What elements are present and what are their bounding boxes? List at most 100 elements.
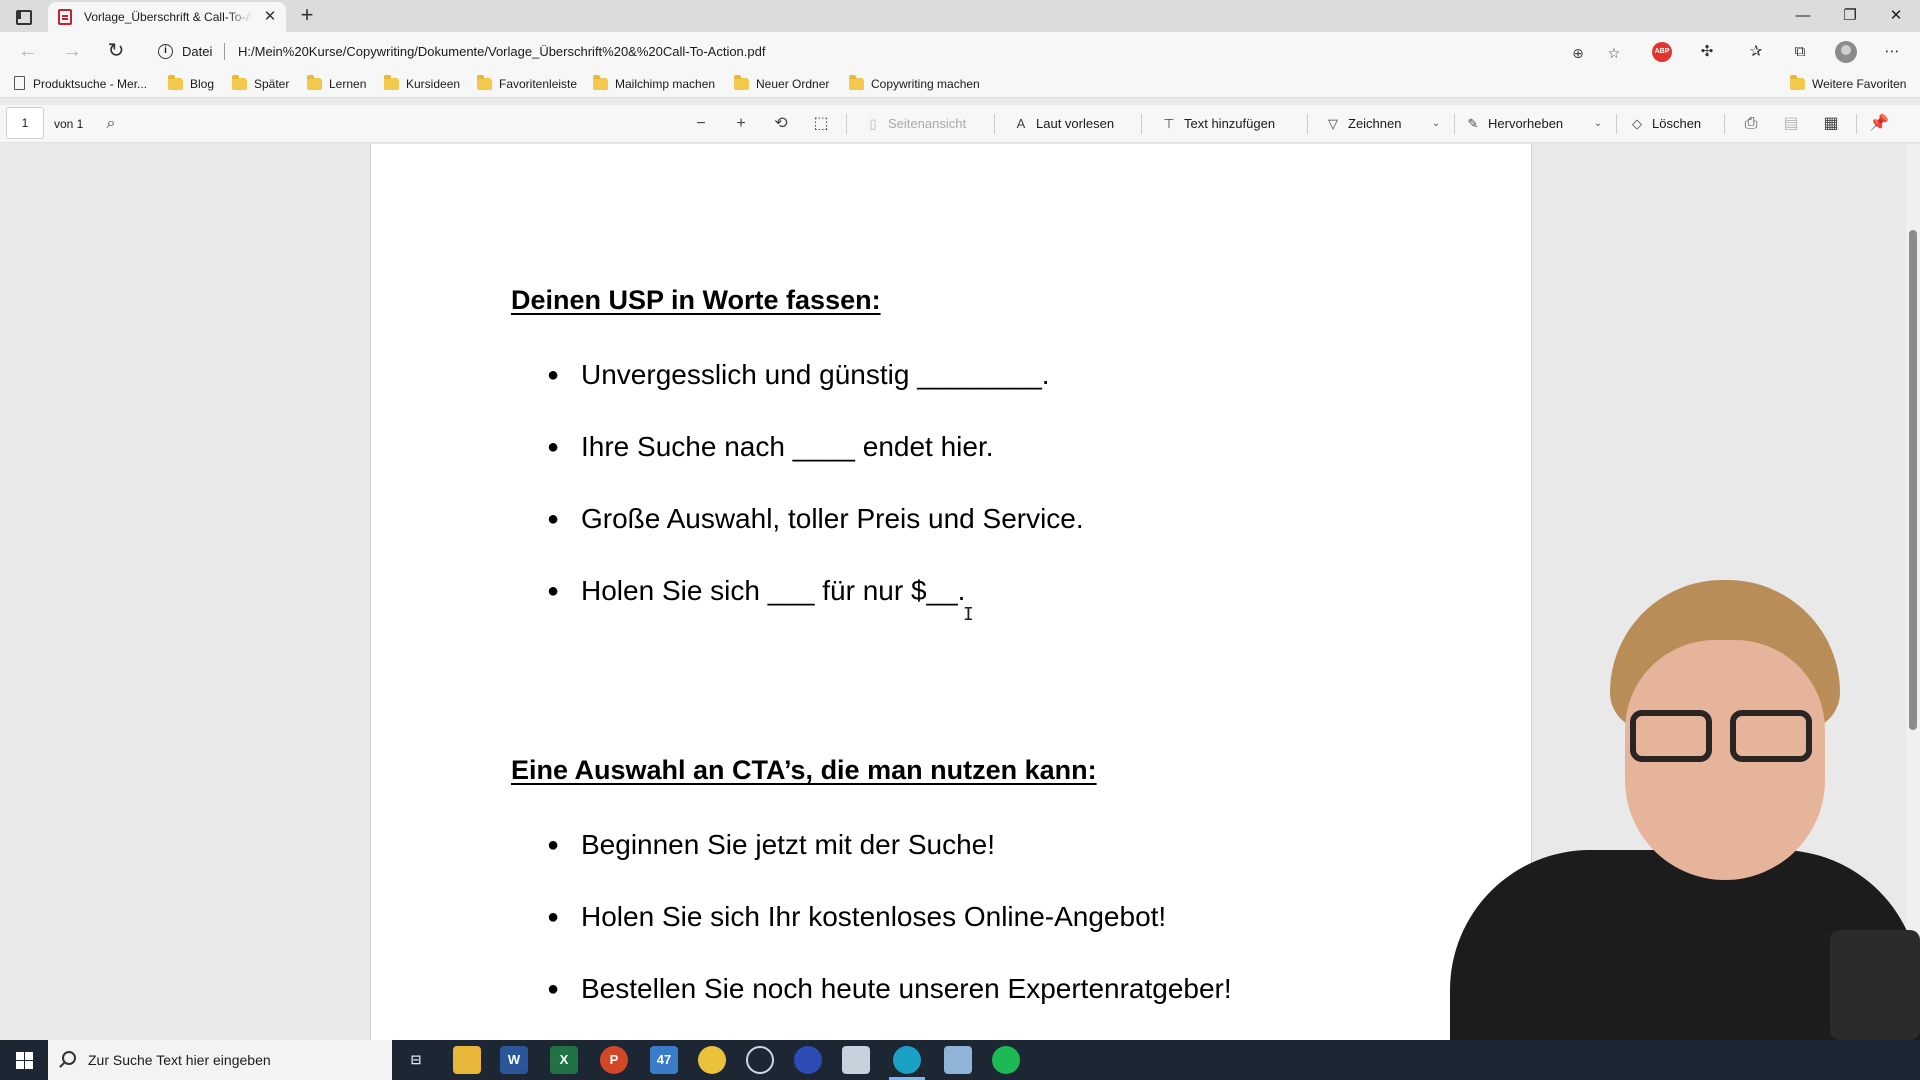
image-app-icon[interactable] [842,1046,870,1074]
bookmark-label: Weitere Favoriten [1812,77,1907,91]
text-cursor-icon: I [963,604,974,625]
obs-icon[interactable] [746,1046,774,1074]
webcam-overlay [1430,570,1920,1040]
bookmark-produktsuche[interactable]: Produktsuche - Mer... [14,76,147,94]
favorite-add-icon[interactable]: ☆ [1606,45,1622,61]
glasses-lens [1630,710,1712,762]
edge-icon[interactable] [893,1046,921,1074]
page-number-input[interactable]: 1 [6,107,44,139]
search-placeholder: Zur Suche Text hier eingeben [88,1052,271,1068]
eraser-icon: ◇ [1632,116,1642,131]
back-button[interactable]: ← [16,40,40,64]
folder-icon [384,75,399,90]
page-view-button: ▯ Seitenansicht [864,116,966,136]
rotate-icon[interactable]: ⟲ [770,114,792,136]
minimize-button[interactable]: — [1787,3,1819,29]
spotify-icon[interactable] [992,1046,1020,1074]
add-text-icon: ⊤ [1163,116,1175,131]
new-tab-button[interactable]: + [296,4,318,27]
url-text[interactable]: H:/Mein%20Kurse/Copywriting/Dokumente/Vo… [238,44,765,59]
draw-button[interactable]: ▽ Zeichnen [1324,116,1401,136]
extensions-icon[interactable]: ✣ [1697,42,1717,62]
powerpoint-icon[interactable]: P [600,1046,628,1074]
toolbar-divider [1616,114,1617,134]
mail-badge: 47 [656,1052,672,1067]
bookmark-label: Mailchimp machen [615,77,716,91]
bookmark-label: Kursideen [406,77,461,91]
bookmark-spaeter[interactable]: Später [232,75,290,94]
print-icon[interactable]: ⎙ [1740,114,1762,136]
tab-actions-icon[interactable] [12,6,34,26]
list-item: Holen Sie sich Ihr kostenloses Online-An… [547,900,1232,972]
taskbar-search-box[interactable]: Zur Suche Text hier eingeben [48,1040,392,1080]
add-text-label: Text hinzufügen [1184,116,1276,131]
folder-icon [168,75,183,90]
favorites-icon[interactable]: ✰ [1746,42,1766,62]
collections-icon[interactable]: ⧉ [1790,42,1810,62]
highlight-options-chevron-icon[interactable]: ⌄ [1592,116,1604,132]
folder-icon [232,75,247,90]
reload-button[interactable]: ↻ [104,40,128,64]
add-text-button[interactable]: ⊤ Text hinzufügen [1160,116,1275,136]
task-view-icon[interactable]: ⊟ [402,1046,430,1074]
erase-button[interactable]: ◇ Löschen [1628,116,1701,136]
save-as-icon[interactable]: ▦ [1820,114,1842,136]
start-button[interactable] [0,1040,48,1080]
address-bar[interactable]: i Datei H:/Mein%20Kurse/Copywriting/Doku… [148,36,1620,66]
section-heading-cta: Eine Auswahl an CTA’s, die man nutzen ka… [511,755,1097,785]
site-info-label[interactable]: Datei [182,44,212,59]
chrome-icon[interactable] [698,1046,726,1074]
page-view-label: Seitenansicht [888,116,967,131]
toolbar-divider [846,114,847,134]
find-icon[interactable]: ⌕ [100,114,122,136]
draw-options-chevron-icon[interactable]: ⌄ [1430,116,1442,132]
tab-strip: Vorlage_Überschrift & Call-To-Action.pdf… [0,0,1920,32]
tab-pdf-document[interactable]: Vorlage_Überschrift & Call-To-Action.pdf… [48,2,286,32]
toolbar-divider [994,114,995,134]
folder-icon [849,75,864,90]
read-aloud-icon: A [1016,116,1026,131]
list-item: Große Auswahl, toller Preis und Service. [547,502,1084,574]
bookmark-blog[interactable]: Blog [168,75,214,94]
bookmark-kursideen[interactable]: Kursideen [384,75,461,94]
mail-icon[interactable]: 47 [650,1046,678,1074]
bookmark-label: Später [254,77,290,91]
bookmark-neuer-ordner[interactable]: Neuer Ordner [734,75,830,94]
zoom-in-icon[interactable]: + [730,114,752,136]
list-item: Unvergesslich und günstig ________. [547,358,1084,430]
bookmark-lernen[interactable]: Lernen [307,75,366,94]
pdf-file-icon [58,9,72,25]
read-aloud-button[interactable]: A Laut vorlesen [1012,116,1114,136]
profile-avatar[interactable] [1835,41,1857,63]
file-explorer-icon[interactable] [453,1046,481,1074]
save-icon: ▤ [1783,115,1799,132]
notepad-icon[interactable] [944,1046,972,1074]
pin-toolbar-icon[interactable]: 📌 [1868,114,1890,136]
bookmark-other-favorites[interactable]: Weitere Favoriten [1790,75,1907,94]
bookmark-label: Neuer Ordner [756,77,830,91]
close-window-button[interactable]: ✕ [1880,3,1912,29]
pdf-toolbar: 1 von 1 ⌕ − + ⟲ ⬚ ▯ Seitenansicht A Laut v… [0,105,1920,143]
usp-list: Unvergesslich und günstig ________. Ihre… [547,358,1084,646]
zoom-icon[interactable]: ⊕ [1570,45,1586,61]
bookmark-favoritenleiste[interactable]: Favoritenleiste [477,75,577,94]
folder-icon [593,75,608,90]
windows-logo-icon [25,1061,33,1069]
adblock-icon[interactable]: ABP [1652,42,1672,62]
zoom-out-icon[interactable]: − [690,114,712,136]
info-icon[interactable]: i [158,44,173,59]
highlight-button[interactable]: ✎ Hervorheben [1464,116,1564,136]
app-blue-icon[interactable] [794,1046,822,1074]
tab-close-button[interactable]: ✕ [262,9,278,25]
forward-button[interactable]: → [60,40,84,64]
word-icon[interactable]: W [500,1046,528,1074]
bookmark-copywriting[interactable]: Copywriting machen [849,75,980,94]
bookmark-label: Copywriting machen [871,77,980,91]
address-separator [224,43,225,60]
fit-page-icon[interactable]: ⬚ [810,114,832,136]
excel-icon[interactable]: X [550,1046,578,1074]
bookmark-mailchimp[interactable]: Mailchimp machen [593,75,716,94]
more-icon[interactable]: ⋯ [1882,42,1902,62]
restore-button[interactable]: ❐ [1834,3,1866,29]
read-aloud-label: Laut vorlesen [1036,116,1115,131]
